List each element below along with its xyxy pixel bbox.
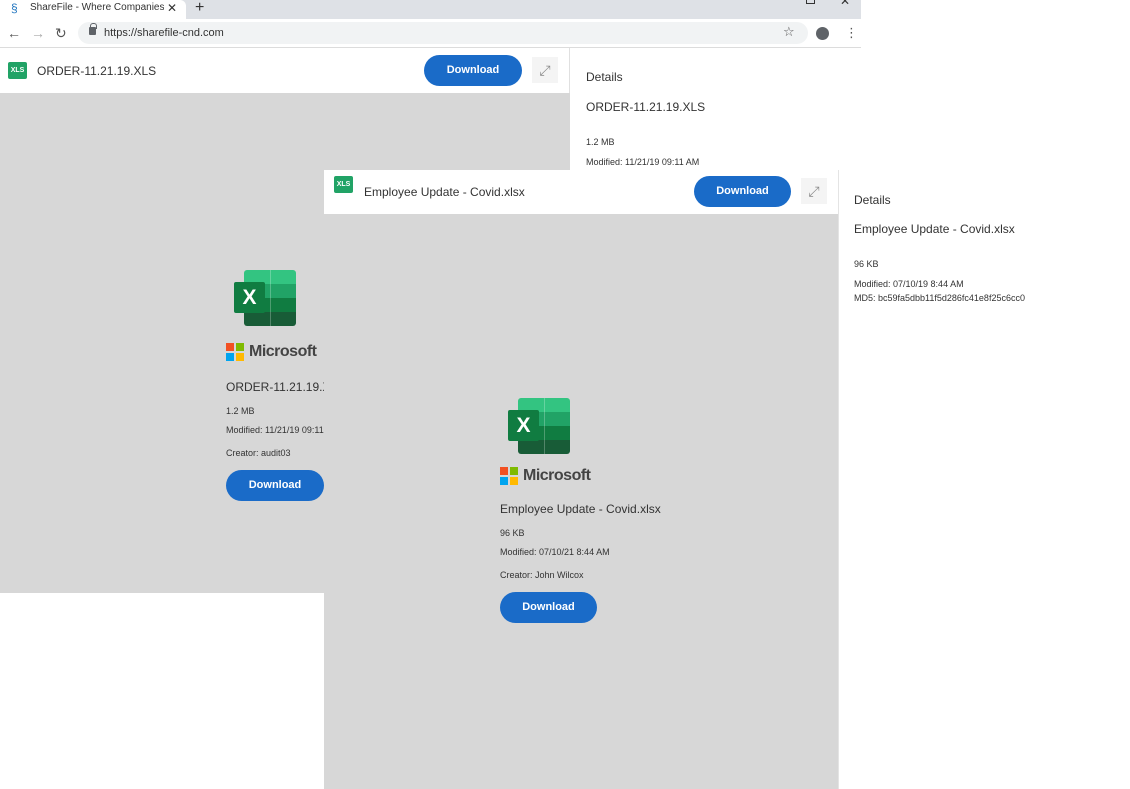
- header-filename: ORDER-11.21.19.XLS: [37, 64, 157, 78]
- card-size: 1.2 MB: [226, 406, 255, 416]
- tab-bar: § ShareFile - Where Companies Co ✕ + ✕: [0, 0, 861, 19]
- bookmark-star-icon[interactable]: ☆: [783, 24, 795, 40]
- tab-title: ShareFile - Where Companies Co: [30, 2, 164, 13]
- header-download-button[interactable]: Download: [424, 55, 522, 86]
- new-tab-icon[interactable]: +: [195, 0, 204, 17]
- details-size: 1.2 MB: [586, 137, 615, 147]
- card-download-button[interactable]: Download: [500, 592, 597, 623]
- maximize-icon[interactable]: [806, 0, 815, 4]
- url-text[interactable]: https://sharefile-cnd.com: [104, 27, 224, 39]
- microsoft-logo: Microsoft: [500, 467, 600, 485]
- reload-icon[interactable]: ↻: [55, 25, 67, 41]
- details-panel: Details Employee Update - Covid.xlsx 96 …: [839, 170, 1130, 789]
- details-title: Details: [586, 70, 623, 84]
- menu-kebab-icon[interactable]: ⋮: [845, 25, 858, 41]
- front-preview-window: XLS Employee Update - Covid.xlsx Downloa…: [324, 170, 1130, 789]
- browser-tab[interactable]: § ShareFile - Where Companies Co ✕: [0, 0, 186, 19]
- header-filename: Employee Update - Covid.xlsx: [364, 185, 525, 199]
- file-header: XLS ORDER-11.21.19.XLS Download ⤢: [0, 48, 570, 93]
- file-preview-area: X Microsoft Employee Update - Covid.xlsx…: [324, 214, 838, 789]
- card-modified: Modified: 07/10/21 8:44 AM: [500, 547, 610, 557]
- header-download-button[interactable]: Download: [694, 176, 791, 207]
- file-header: XLS Employee Update - Covid.xlsx Downloa…: [324, 170, 838, 214]
- card-creator: Creator: audit03: [226, 448, 291, 458]
- details-title: Details: [854, 193, 891, 207]
- card-filename: Employee Update - Covid.xlsx: [500, 502, 661, 516]
- details-md5: MD5: bc59fa5dbb11f5d286fc41e8f25c6cc0: [854, 293, 1025, 303]
- close-tab-icon[interactable]: ✕: [167, 1, 177, 15]
- card-creator: Creator: John Wilcox: [500, 570, 584, 580]
- microsoft-logo: Microsoft: [226, 343, 326, 361]
- expand-icon[interactable]: ⤢: [532, 57, 558, 83]
- excel-icon: X: [508, 398, 570, 454]
- card-download-button[interactable]: Download: [226, 470, 324, 501]
- xls-file-icon: XLS: [334, 176, 353, 193]
- sharefile-logo-icon: §: [11, 1, 18, 15]
- address-bar[interactable]: https://sharefile-cnd.com ☆: [78, 22, 808, 44]
- card-filename: ORDER-11.21.19.XL: [226, 380, 338, 394]
- card-modified: Modified: 11/21/19 09:11: [226, 425, 324, 435]
- details-modified: Modified: 11/21/19 09:11 AM: [586, 157, 700, 167]
- details-filename: Employee Update - Covid.xlsx: [854, 222, 1015, 236]
- expand-icon[interactable]: ⤢: [801, 178, 827, 204]
- xls-file-icon: XLS: [8, 62, 27, 79]
- card-size: 96 KB: [500, 528, 525, 538]
- details-filename: ORDER-11.21.19.XLS: [586, 100, 706, 114]
- back-arrow-icon[interactable]: ←: [7, 25, 21, 41]
- details-modified: Modified: 07/10/19 8:44 AM: [854, 279, 964, 289]
- browser-toolbar: ← → ↻ https://sharefile-cnd.com ☆ ⋮: [0, 19, 861, 48]
- account-icon[interactable]: [816, 27, 829, 40]
- forward-arrow-icon[interactable]: →: [31, 25, 45, 41]
- details-panel: Details ORDER-11.21.19.XLS 1.2 MB Modifi…: [571, 48, 861, 169]
- excel-icon: X: [234, 270, 296, 326]
- details-size: 96 KB: [854, 259, 879, 269]
- lock-icon: [89, 23, 97, 35]
- close-window-icon[interactable]: ✕: [840, 0, 850, 8]
